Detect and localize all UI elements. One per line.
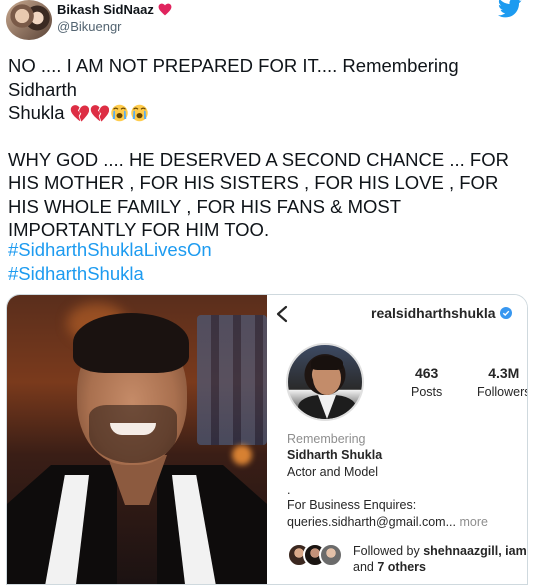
tweet-line-2: Shukla <box>8 102 65 123</box>
tweet-text: NO .... I AM NOT PREPARED FOR IT.... Rem… <box>8 54 530 265</box>
ig-bio-email-line: queries.sidharth@gmail.com... more <box>287 515 488 529</box>
instagram-profile-screenshot: realsidharthshukla 463 Posts 4.3M Follow… <box>267 295 528 584</box>
red-heart-icon <box>158 3 172 15</box>
tweet-paragraph-1: NO .... I AM NOT PREPARED FOR IT.... Rem… <box>8 54 530 125</box>
author-handle[interactable]: @Bikuengr <box>57 19 122 34</box>
verified-badge-icon <box>499 307 512 319</box>
ig-username-row: realsidharthshukla <box>371 305 512 321</box>
ig-posts-label: Posts <box>411 385 443 399</box>
follower-avatar <box>319 543 343 567</box>
ig-followed-by-text: Followed by shehnaazgill, iam and 7 othe… <box>353 543 527 575</box>
ig-followers-count: 4.3M <box>488 365 520 381</box>
crying-face-icon <box>130 104 148 122</box>
ig-bio-dot: . <box>287 483 291 497</box>
tweet-paragraph-2: WHY GOD .... HE DESERVED A SECOND CHANCE… <box>8 148 509 241</box>
ig-followed-prefix: Followed by <box>353 544 424 558</box>
ig-profile-avatar <box>286 343 364 421</box>
ig-posts-stat: 463 Posts <box>411 365 442 399</box>
ig-category: Actor and Model <box>287 465 379 479</box>
author-avatar[interactable] <box>6 0 52 40</box>
hashtag-link[interactable]: #SidharthShukla <box>8 262 212 286</box>
ig-bio-more: more <box>456 515 488 529</box>
ig-followers-stat: 4.3M Followers <box>477 365 528 399</box>
ig-username: realsidharthshukla <box>371 305 496 321</box>
ig-full-name: Sidharth Shukla <box>287 448 383 462</box>
tweet-line-1: NO .... I AM NOT PREPARED FOR IT.... Rem… <box>8 55 459 100</box>
ig-bio-enquiries: For Business Enquires: <box>287 498 417 512</box>
back-arrow-icon <box>276 305 288 323</box>
hashtag-list: #SidharthShuklaLivesOn #SidharthShukla <box>8 238 212 285</box>
tweet-card: Bikash SidNaaz @Bikuengr NO .... I AM NO… <box>0 0 534 585</box>
ig-followers-label: Followers <box>477 385 528 399</box>
twitter-logo-icon[interactable] <box>498 0 522 18</box>
broken-heart-icon <box>70 105 89 122</box>
ig-followed-names: shehnaazgill, iam <box>423 544 527 558</box>
author-display-name[interactable]: Bikash SidNaaz <box>57 2 154 17</box>
ig-followed-by: Followed by shehnaazgill, iam and 7 othe… <box>287 543 527 575</box>
crying-face-icon <box>110 104 128 122</box>
ig-posts-count: 463 <box>414 365 439 381</box>
broken-heart-icon <box>90 105 109 122</box>
tweet-media-image[interactable]: realsidharthshukla 463 Posts 4.3M Follow… <box>6 294 528 585</box>
ig-bio-email: queries.sidharth@gmail.com... <box>287 515 457 529</box>
ig-bio-remembering: Remembering <box>287 432 366 446</box>
hashtag-link[interactable]: #SidharthShuklaLivesOn <box>8 238 212 262</box>
ig-followed-others: 7 others <box>377 560 426 574</box>
ig-followed-and: and <box>353 560 378 574</box>
portrait-photo <box>7 295 267 584</box>
ig-follower-avatars <box>287 543 351 569</box>
author-name-row: Bikash SidNaaz <box>57 0 172 18</box>
